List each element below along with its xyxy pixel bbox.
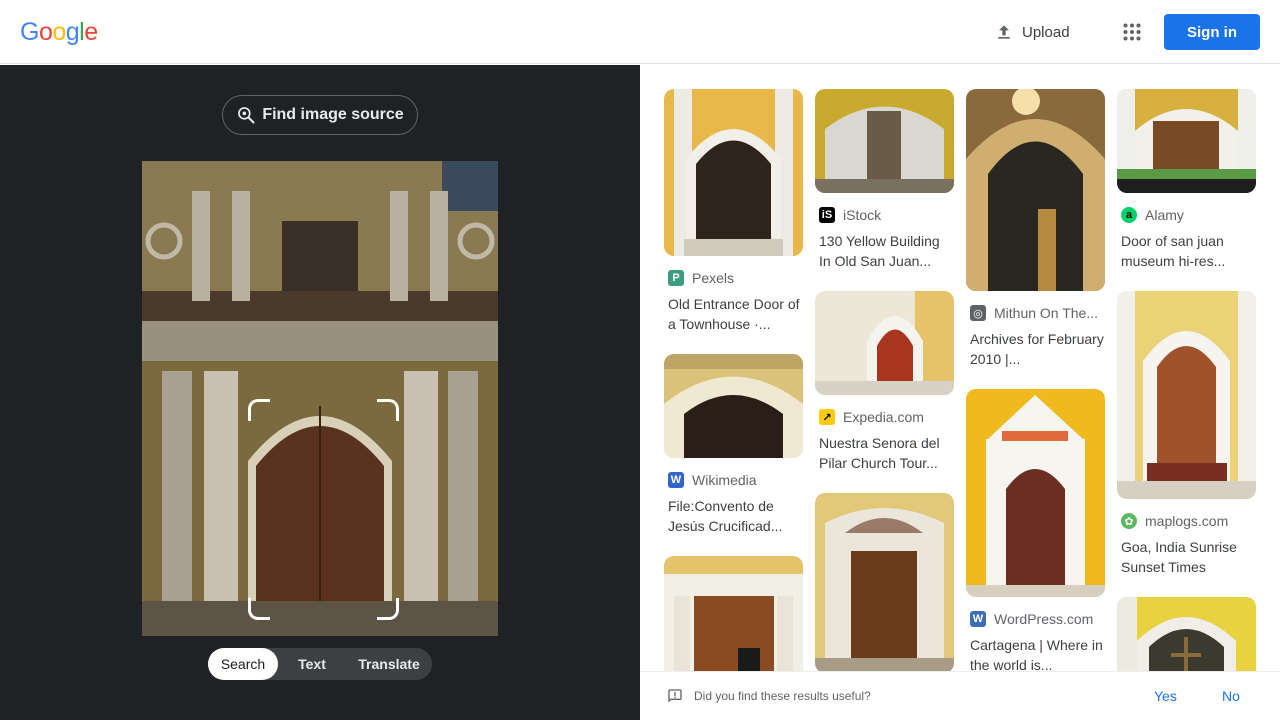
logo-letter: o bbox=[38, 18, 53, 46]
source-name: Expedia.com bbox=[843, 409, 924, 425]
crop-corner-bottom-right[interactable] bbox=[377, 598, 399, 620]
uploaded-image[interactable] bbox=[142, 161, 498, 636]
istock-icon: iS bbox=[819, 207, 835, 223]
results-column: ◎ Mithun On The... Archives for February… bbox=[966, 89, 1105, 671]
feedback-bar: Did you find these results useful? Yes N… bbox=[640, 671, 1280, 720]
upload-label: Upload bbox=[1022, 23, 1070, 41]
result-thumbnail bbox=[1117, 597, 1256, 671]
google-apps-button[interactable] bbox=[1114, 14, 1150, 50]
feedback-icon bbox=[668, 689, 682, 703]
source-name: Mithun On The... bbox=[994, 305, 1099, 321]
google-logo[interactable]: Google bbox=[20, 18, 98, 47]
lens-mode-tabs: Search Text Translate bbox=[208, 648, 432, 680]
source-name: Wikimedia bbox=[692, 472, 757, 488]
result-card[interactable]: P Pexels Old Entrance Door of a Townhous… bbox=[664, 89, 803, 334]
result-source: ↗ Expedia.com bbox=[815, 409, 954, 425]
result-card[interactable]: ◎ Mithun On The... Archives for February… bbox=[966, 89, 1105, 369]
tab-search[interactable]: Search bbox=[208, 648, 278, 680]
crop-corner-bottom-left[interactable] bbox=[248, 598, 270, 620]
alamy-icon: a bbox=[1121, 207, 1137, 223]
logo-letter: G bbox=[20, 18, 39, 46]
result-card[interactable]: W WordPress.com Cartagena | Where in the… bbox=[966, 389, 1105, 671]
result-title: 130 Yellow Building In Old San Juan... bbox=[819, 233, 940, 269]
pexels-icon: P bbox=[668, 270, 684, 286]
lens-search-icon bbox=[238, 107, 255, 124]
source-name: WordPress.com bbox=[994, 611, 1094, 627]
result-thumbnail bbox=[664, 354, 803, 458]
results-column: iS iStock 130 Yellow Building In Old San… bbox=[815, 89, 954, 671]
result-card[interactable] bbox=[664, 556, 803, 671]
crop-corner-top-left[interactable] bbox=[248, 399, 270, 421]
results-column: P Pexels Old Entrance Door of a Townhous… bbox=[664, 89, 803, 671]
upload-button[interactable]: Upload bbox=[984, 14, 1080, 50]
source-name: maplogs.com bbox=[1145, 513, 1229, 529]
result-thumbnail bbox=[966, 89, 1105, 291]
result-card[interactable]: ↗ Expedia.com Nuestra Senora del Pilar C… bbox=[815, 291, 954, 473]
result-title: Goa, India Sunrise Sunset Times bbox=[1121, 539, 1237, 575]
result-thumbnail bbox=[815, 493, 954, 671]
source-name: iStock bbox=[843, 207, 882, 223]
result-source: iS iStock bbox=[815, 207, 954, 223]
result-title: Nuestra Senora del Pilar Church Tour... bbox=[819, 435, 940, 471]
result-title: Archives for February 2010 |... bbox=[970, 331, 1104, 367]
result-thumbnail bbox=[664, 89, 803, 256]
upload-icon bbox=[998, 25, 1010, 39]
feedback-question: Did you find these results useful? bbox=[694, 689, 871, 703]
result-card[interactable] bbox=[1117, 597, 1256, 671]
result-thumbnail bbox=[664, 556, 803, 671]
globe-icon: ◎ bbox=[970, 305, 986, 321]
lens-image-panel: Find image source Search Text Translate bbox=[0, 65, 640, 720]
results-column: a Alamy Door of san juan museum hi-res..… bbox=[1117, 89, 1256, 671]
logo-letter: g bbox=[65, 18, 80, 46]
result-source: P Pexels bbox=[664, 270, 803, 286]
result-title: File:Convento de Jesús Crucificad... bbox=[668, 498, 783, 534]
result-thumbnail bbox=[966, 389, 1105, 597]
crop-corner-top-right[interactable] bbox=[377, 399, 399, 421]
result-thumbnail bbox=[1117, 89, 1256, 193]
result-card[interactable] bbox=[815, 493, 954, 671]
result-title: Door of san juan museum hi-res... bbox=[1121, 233, 1226, 269]
wikimedia-icon: W bbox=[668, 472, 684, 488]
logo-letter: o bbox=[52, 18, 66, 46]
result-thumbnail bbox=[815, 291, 954, 395]
top-header: Google Upload Sign in bbox=[0, 0, 1280, 64]
result-card[interactable]: ✿ maplogs.com Goa, India Sunrise Sunset … bbox=[1117, 291, 1256, 577]
logo-letter: e bbox=[84, 18, 98, 46]
result-source: W WordPress.com bbox=[966, 611, 1105, 627]
result-source: ✿ maplogs.com bbox=[1117, 513, 1256, 529]
result-thumbnail bbox=[815, 89, 954, 193]
wordpress-icon: W bbox=[970, 611, 986, 627]
result-title: Cartagena | Where in the world is... bbox=[970, 637, 1103, 671]
result-card[interactable]: a Alamy Door of san juan museum hi-res..… bbox=[1117, 89, 1256, 271]
source-name: Pexels bbox=[692, 270, 735, 286]
result-source: ◎ Mithun On The... bbox=[966, 305, 1105, 321]
find-image-source-button[interactable]: Find image source bbox=[222, 95, 418, 135]
result-thumbnail bbox=[1117, 291, 1256, 499]
result-card[interactable]: iS iStock 130 Yellow Building In Old San… bbox=[815, 89, 954, 271]
maplogs-icon: ✿ bbox=[1121, 513, 1137, 529]
feedback-no-button[interactable]: No bbox=[1222, 688, 1240, 704]
result-title: Old Entrance Door of a Townhouse ·... bbox=[668, 296, 800, 332]
result-card[interactable]: W Wikimedia File:Convento de Jesús Cruci… bbox=[664, 354, 803, 536]
find-image-source-label: Find image source bbox=[262, 106, 404, 123]
church-door-photo bbox=[142, 161, 498, 636]
tab-text[interactable]: Text bbox=[278, 648, 346, 680]
expedia-icon: ↗ bbox=[819, 409, 835, 425]
apps-grid-icon bbox=[1123, 23, 1141, 41]
sign-in-button[interactable]: Sign in bbox=[1164, 14, 1260, 50]
source-name: Alamy bbox=[1145, 207, 1184, 223]
tab-translate[interactable]: Translate bbox=[346, 648, 432, 680]
result-source: W Wikimedia bbox=[664, 472, 803, 488]
result-source: a Alamy bbox=[1117, 207, 1256, 223]
visual-matches-grid: P Pexels Old Entrance Door of a Townhous… bbox=[640, 65, 1280, 671]
feedback-yes-button[interactable]: Yes bbox=[1154, 688, 1177, 704]
